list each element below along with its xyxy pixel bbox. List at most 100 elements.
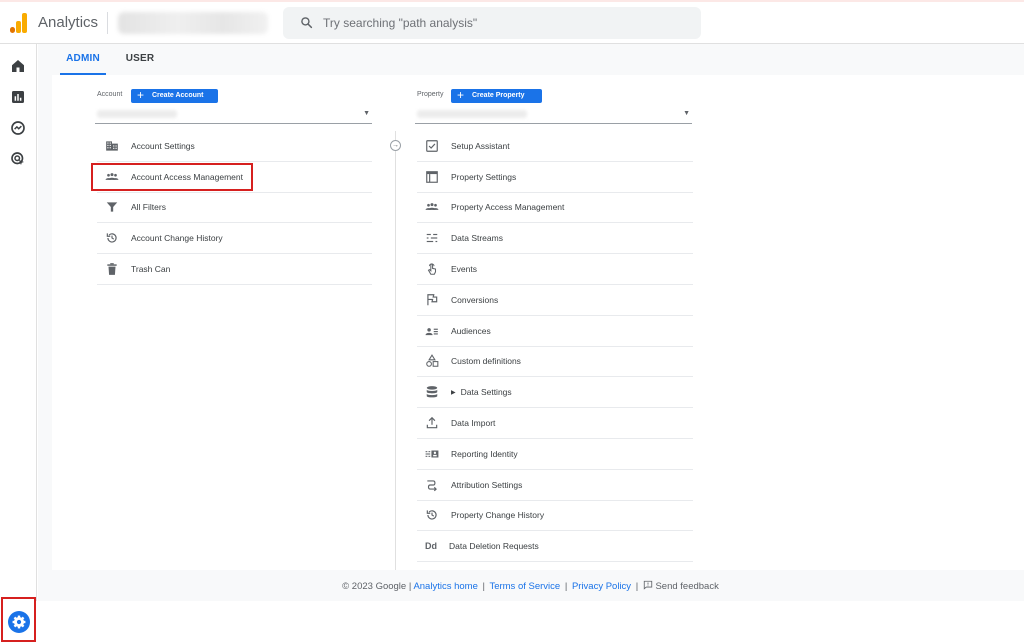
- app-title: Analytics: [38, 14, 99, 31]
- data-streams-label: Data Streams: [451, 233, 503, 244]
- app-header: Analytics: [0, 2, 1024, 44]
- account-selector[interactable]: ▼: [95, 106, 372, 124]
- create-account-button[interactable]: + Create Account: [131, 89, 218, 103]
- touch-icon: [425, 262, 439, 276]
- property-access-management-item[interactable]: Property Access Management: [417, 193, 693, 224]
- analytics-home-link[interactable]: Analytics home: [413, 581, 477, 592]
- property-selector-value-blurred: [417, 110, 527, 118]
- conversions-item[interactable]: Conversions: [417, 285, 693, 316]
- account-selector-value-blurred: [97, 110, 177, 118]
- account-column-label: Account: [97, 91, 123, 98]
- events-item[interactable]: Events: [417, 254, 693, 285]
- data-deletion-requests-item[interactable]: Dd Data Deletion Requests: [417, 531, 693, 563]
- all-filters-item[interactable]: All Filters: [97, 193, 372, 224]
- property-settings-item[interactable]: Property Settings: [417, 162, 693, 193]
- data-streams-item[interactable]: Data Streams: [417, 223, 693, 255]
- property-change-history-label: Property Change History: [451, 510, 545, 521]
- setup-assistant-label: Setup Assistant: [451, 140, 510, 151]
- audiences-label: Audiences: [451, 325, 491, 336]
- terms-of-service-link[interactable]: Terms of Service: [489, 581, 560, 592]
- expand-triangle-icon[interactable]: ▶: [451, 389, 456, 396]
- admin-tabs: ADMIN USER: [52, 45, 1024, 75]
- flag-icon: [425, 293, 439, 307]
- property-settings-label: Property Settings: [451, 171, 517, 182]
- property-menu: Setup Assistant Property Settings Proper…: [417, 131, 693, 563]
- plus-icon: +: [137, 88, 145, 102]
- home-icon[interactable]: [9, 57, 27, 75]
- data-deletion-requests-label: Data Deletion Requests: [449, 541, 539, 552]
- data-import-item[interactable]: Data Import: [417, 408, 693, 439]
- advertising-icon[interactable]: [9, 150, 27, 168]
- left-nav-rail: [0, 44, 37, 642]
- events-label: Events: [451, 264, 477, 275]
- history-icon: [105, 231, 119, 245]
- account-settings-item[interactable]: Account Settings: [97, 131, 372, 162]
- property-selector[interactable]: ▼: [415, 106, 692, 124]
- streams-icon: [425, 231, 439, 245]
- account-settings-label: Account Settings: [131, 140, 195, 151]
- checkbox-icon: [425, 139, 439, 153]
- attribution-icon: [425, 478, 439, 492]
- attribution-settings-label: Attribution Settings: [451, 479, 523, 490]
- account-menu: Account Settings Account Access Manageme…: [97, 131, 372, 285]
- data-settings-item[interactable]: ▶ Data Settings: [417, 377, 693, 409]
- admin-highlight-box: [1, 597, 36, 642]
- account-picker-blurred[interactable]: [118, 12, 268, 34]
- column-divider: [395, 131, 396, 570]
- account-change-history-label: Account Change History: [131, 233, 223, 244]
- audiences-item[interactable]: Audiences: [417, 316, 693, 347]
- people-icon: [105, 170, 119, 184]
- analytics-logo-icon[interactable]: [10, 13, 28, 33]
- identity-icon: [425, 447, 439, 461]
- dd-icon: Dd: [425, 541, 437, 552]
- data-settings-label: Data Settings: [460, 387, 512, 398]
- database-icon: [425, 385, 439, 399]
- upload-icon: [425, 416, 439, 430]
- admin-settings-button[interactable]: [8, 611, 30, 633]
- plus-icon: +: [457, 88, 465, 102]
- header-divider: [107, 12, 108, 34]
- tab-admin[interactable]: ADMIN: [60, 45, 106, 75]
- audience-icon: [425, 324, 439, 338]
- search-input[interactable]: [323, 7, 683, 39]
- explore-icon[interactable]: [9, 119, 27, 137]
- feedback-icon: [643, 580, 652, 590]
- trash-can-label: Trash Can: [131, 264, 171, 275]
- property-access-management-label: Property Access Management: [451, 202, 565, 213]
- create-property-label: Create Property: [472, 92, 525, 99]
- property-change-history-item[interactable]: Property Change History: [417, 501, 693, 532]
- reporting-identity-item[interactable]: Reporting Identity: [417, 439, 693, 470]
- attribution-settings-item[interactable]: Attribution Settings: [417, 470, 693, 501]
- chevron-down-icon: ▼: [363, 110, 370, 117]
- create-account-label: Create Account: [152, 92, 204, 99]
- reporting-identity-label: Reporting Identity: [451, 448, 518, 459]
- search-icon: [301, 17, 313, 29]
- footer-separator: |: [564, 581, 568, 592]
- data-import-label: Data Import: [451, 418, 496, 429]
- page-footer: © 2023 Google | Analytics home | Terms o…: [37, 575, 1024, 599]
- chevron-down-icon: ▼: [683, 110, 690, 117]
- building-icon: [105, 139, 119, 153]
- reports-icon[interactable]: [9, 88, 27, 106]
- send-feedback-label: Send feedback: [655, 581, 719, 592]
- gear-icon: [12, 615, 26, 629]
- copyright-text: © 2023 Google |: [342, 581, 412, 592]
- trash-can-item[interactable]: Trash Can: [97, 254, 372, 285]
- privacy-policy-link[interactable]: Privacy Policy: [572, 581, 631, 592]
- send-feedback-button[interactable]: Send feedback: [643, 580, 719, 592]
- search-bar[interactable]: [283, 7, 701, 39]
- footer-separator: |: [482, 581, 485, 592]
- create-property-button[interactable]: + Create Property: [451, 89, 542, 103]
- window-icon: [425, 170, 439, 184]
- filter-icon: [105, 200, 119, 214]
- conversions-label: Conversions: [451, 294, 499, 305]
- account-change-history-item[interactable]: Account Change History: [97, 223, 372, 255]
- account-access-management-item[interactable]: Account Access Management: [97, 162, 372, 193]
- custom-definitions-label: Custom definitions: [451, 356, 521, 367]
- all-filters-label: All Filters: [131, 202, 166, 213]
- account-access-management-label: Account Access Management: [131, 171, 243, 182]
- tab-user[interactable]: USER: [118, 45, 162, 75]
- shapes-icon: [425, 354, 439, 368]
- custom-definitions-item[interactable]: Custom definitions: [417, 347, 693, 378]
- setup-assistant-item[interactable]: Setup Assistant: [417, 131, 693, 162]
